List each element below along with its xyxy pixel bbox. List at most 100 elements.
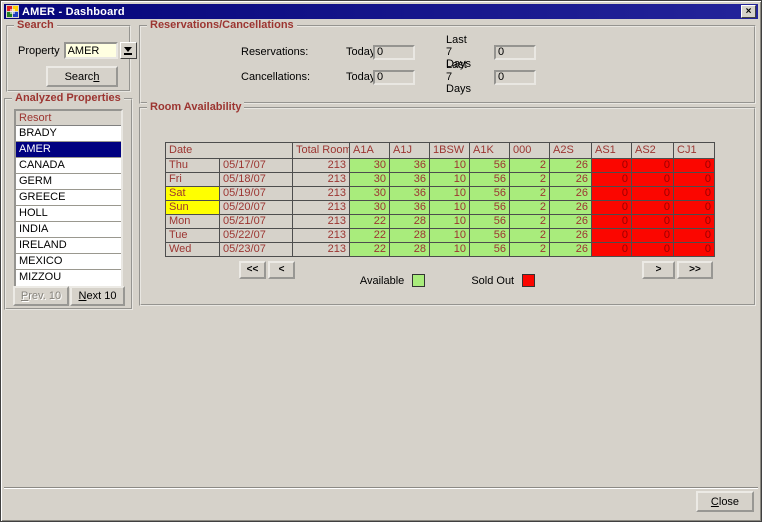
resort-list-item[interactable]: CANADA bbox=[16, 158, 121, 174]
availability-cell: 2 bbox=[509, 200, 550, 215]
availability-cell: 2 bbox=[509, 158, 550, 173]
availability-cell: 56 bbox=[469, 214, 510, 229]
availability-cell: 0 bbox=[631, 158, 674, 173]
availability-cell: 56 bbox=[469, 158, 510, 173]
day-cell: Sat bbox=[165, 186, 220, 201]
property-label: Property bbox=[18, 44, 60, 57]
resort-list-item[interactable]: MEXICO bbox=[16, 254, 121, 270]
cancellations-week-field[interactable]: 0 bbox=[494, 69, 536, 85]
reservations-group-title: Reservations/Cancellations bbox=[147, 19, 297, 31]
resort-list-item[interactable]: HOLL bbox=[16, 206, 121, 222]
reservations-week-field[interactable]: 0 bbox=[494, 44, 536, 60]
availability-row: Sat 05/19/07 213 30 36 10 56 2 26 0 0 0 bbox=[165, 186, 715, 201]
availability-row: Thu 05/17/07 213 30 36 10 56 2 26 0 0 0 bbox=[165, 158, 715, 173]
column-header: A1A bbox=[349, 142, 390, 159]
column-header: AS2 bbox=[631, 142, 674, 159]
date-cell: 05/17/07 bbox=[219, 158, 293, 173]
availability-cell: 0 bbox=[631, 186, 674, 201]
availability-cell: 0 bbox=[673, 228, 715, 243]
day-cell: Wed bbox=[165, 242, 220, 257]
availability-cell: 0 bbox=[591, 214, 632, 229]
total-room-cell: 213 bbox=[292, 172, 350, 187]
date-cell: 05/23/07 bbox=[219, 242, 293, 257]
availability-cell: 28 bbox=[389, 242, 430, 257]
column-header: Date bbox=[165, 142, 293, 159]
legend: Available Sold Out bbox=[141, 274, 754, 287]
total-room-cell: 213 bbox=[292, 214, 350, 229]
availability-cell: 56 bbox=[469, 228, 510, 243]
total-room-cell: 213 bbox=[292, 228, 350, 243]
availability-cell: 30 bbox=[349, 172, 390, 187]
availability-cell: 10 bbox=[429, 228, 470, 243]
reservations-label: Reservations: bbox=[241, 46, 309, 58]
availability-cell: 56 bbox=[469, 172, 510, 187]
total-room-cell: 213 bbox=[292, 242, 350, 257]
analyzed-properties-groupbox: Analyzed Properties Resort BRADY AMER CANA… bbox=[4, 92, 133, 310]
column-header: AS1 bbox=[591, 142, 632, 159]
resort-list-item[interactable]: GREECE bbox=[16, 190, 121, 206]
availability-cell: 0 bbox=[631, 214, 674, 229]
availability-cell: 2 bbox=[509, 186, 550, 201]
resort-list-item[interactable]: MIZZOU bbox=[16, 270, 121, 286]
availability-cell: 22 bbox=[349, 228, 390, 243]
soldout-swatch-icon bbox=[522, 274, 536, 287]
resort-list-item[interactable]: IRELAND bbox=[16, 238, 121, 254]
resort-list-item[interactable]: BRADY bbox=[16, 126, 121, 142]
room-availability-groupbox: Room Availability Date Total Room A1A A1J 1B… bbox=[139, 101, 756, 306]
availability-cell: 0 bbox=[673, 242, 715, 257]
availability-cell: 26 bbox=[549, 158, 592, 173]
availability-cell: 0 bbox=[591, 242, 632, 257]
availability-cell: 10 bbox=[429, 242, 470, 257]
column-header: 000 bbox=[509, 142, 550, 159]
resort-list-item[interactable]: AMER bbox=[16, 142, 121, 158]
cancellations-today-field[interactable]: 0 bbox=[373, 69, 415, 85]
availability-cell: 0 bbox=[591, 158, 632, 173]
availability-cell: 22 bbox=[349, 214, 390, 229]
last-7-days-label: Last 7 Days bbox=[446, 59, 472, 95]
resort-list-body: BRADY AMER CANADA GERM GREECE HOLL INDIA IRELAN… bbox=[16, 126, 121, 286]
date-cell: 05/20/07 bbox=[219, 200, 293, 215]
availability-cell: 56 bbox=[469, 186, 510, 201]
close-button[interactable]: Close bbox=[696, 491, 754, 512]
property-input[interactable] bbox=[63, 42, 118, 59]
availability-cell: 0 bbox=[591, 186, 632, 201]
next-10-button[interactable]: Next 10 bbox=[70, 286, 125, 306]
close-icon[interactable]: × bbox=[741, 5, 756, 18]
availability-cell: 10 bbox=[429, 200, 470, 215]
availability-row: Tue 05/22/07 213 22 28 10 56 2 26 0 0 0 bbox=[165, 228, 715, 243]
search-button[interactable]: Search bbox=[46, 66, 118, 87]
app-icon bbox=[6, 5, 19, 18]
availability-table-body: Thu 05/17/07 213 30 36 10 56 2 26 0 0 0 Fri 05/18/07 2… bbox=[165, 158, 715, 257]
availability-cell: 36 bbox=[389, 200, 430, 215]
day-cell: Tue bbox=[165, 228, 220, 243]
dashboard-window: AMER - Dashboard × Search Property Searc… bbox=[0, 0, 762, 522]
column-header: Total Room bbox=[292, 142, 350, 159]
availability-header-row: Date Total Room A1A A1J 1BSW A1K 000 A2S AS1 AS2 C… bbox=[165, 142, 715, 159]
resort-list-header: Resort bbox=[16, 111, 121, 126]
availability-cell: 0 bbox=[673, 200, 715, 215]
availability-cell: 26 bbox=[549, 228, 592, 243]
column-header: A1J bbox=[389, 142, 430, 159]
availability-cell: 0 bbox=[591, 228, 632, 243]
prev-10-button[interactable]: Prev. 10 bbox=[13, 286, 69, 306]
legend-available-label: Available bbox=[359, 274, 405, 287]
availability-cell: 36 bbox=[389, 186, 430, 201]
availability-table: Date Total Room A1A A1J 1BSW A1K 000 A2S AS1 AS2 C… bbox=[165, 142, 715, 257]
resort-list-item[interactable]: INDIA bbox=[16, 222, 121, 238]
day-cell: Mon bbox=[165, 214, 220, 229]
availability-cell: 26 bbox=[549, 214, 592, 229]
legend-soldout-label: Sold Out bbox=[471, 274, 515, 287]
availability-cell: 10 bbox=[429, 214, 470, 229]
property-dropdown-button[interactable] bbox=[119, 42, 137, 59]
availability-cell: 28 bbox=[389, 214, 430, 229]
availability-cell: 2 bbox=[509, 172, 550, 187]
availability-cell: 28 bbox=[389, 228, 430, 243]
availability-cell: 0 bbox=[631, 228, 674, 243]
column-header: A1K bbox=[469, 142, 510, 159]
reservations-today-field[interactable]: 0 bbox=[373, 44, 415, 60]
availability-cell: 2 bbox=[509, 242, 550, 257]
cancellations-label: Cancellations: bbox=[241, 71, 311, 83]
footer-divider bbox=[4, 487, 758, 489]
resort-list-item[interactable]: GERM bbox=[16, 174, 121, 190]
today-label: Today bbox=[346, 71, 376, 83]
